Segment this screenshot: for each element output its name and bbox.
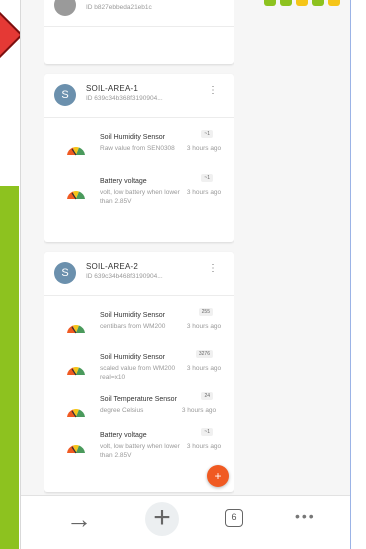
sensor-timestamp: 3 hours ago xyxy=(186,323,222,330)
sensor-row[interactable]: Soil Humidity Sensor Raw value from SEN0… xyxy=(44,130,234,174)
sensor-row[interactable]: Soil Humidity Sensor centibars from WM20… xyxy=(44,308,234,352)
sensor-value: 3276 xyxy=(195,350,213,358)
device-name: SOIL-AREA-1 xyxy=(86,84,138,93)
avatar xyxy=(54,0,76,16)
top-color-strip xyxy=(264,0,340,6)
sensor-value: ~1 xyxy=(201,174,213,182)
gauge-icon xyxy=(67,190,85,200)
sensor-timestamp: 3 hours ago xyxy=(186,443,222,450)
device-name: SOIL-AREA-2 xyxy=(86,262,138,271)
card-header[interactable]: S SOIL-AREA-1 ID 639c34b368f3190904... ⋮ xyxy=(44,74,234,118)
top-color-segment xyxy=(264,0,276,6)
device-id: ID 639c34b468f3190904... xyxy=(86,273,163,280)
add-device-fab[interactable]: + xyxy=(207,465,229,487)
top-color-segment xyxy=(280,0,292,6)
avatar: S xyxy=(54,262,76,284)
sensor-title: Battery voltage xyxy=(100,432,147,439)
gauge-icon xyxy=(67,444,85,454)
sensor-row[interactable]: Battery voltage volt, low battery when l… xyxy=(44,174,234,218)
sensor-value: ~1 xyxy=(201,428,213,436)
device-id: ID 639c34b368f3190904... xyxy=(86,95,163,102)
sensor-timestamp: 3 hours ago xyxy=(186,189,222,196)
device-list[interactable]: ID b827ebbeda21eb1c S SOIL-AREA-1 ID 639… xyxy=(44,0,234,495)
gauge-icon xyxy=(67,366,85,376)
plus-icon[interactable]: + xyxy=(145,502,179,536)
sensor-description: volt, low battery when lower than 2.85V xyxy=(100,443,180,459)
sensor-title: Battery voltage xyxy=(100,178,147,185)
card-divider xyxy=(44,26,234,27)
device-card-partial[interactable]: ID b827ebbeda21eb1c xyxy=(44,0,234,64)
sensor-title: Soil Humidity Sensor xyxy=(100,312,165,319)
sensor-description: scaled value from WM200 real=x10 xyxy=(100,365,176,381)
sensor-title: Soil Humidity Sensor xyxy=(100,354,165,361)
sensor-value: 24 xyxy=(201,392,213,400)
sensor-title: Soil Temperature Sensor xyxy=(100,396,177,403)
gauge-icon xyxy=(67,146,85,156)
arrow-right-icon[interactable]: → xyxy=(66,506,92,532)
card-header[interactable]: S SOIL-AREA-2 ID 639c34b468f3190904... ⋮ xyxy=(44,252,234,296)
sensor-value: ~1 xyxy=(201,130,213,138)
more-horiz-icon[interactable]: ••• xyxy=(295,508,316,524)
avatar: S xyxy=(54,84,76,106)
device-card[interactable]: S SOIL-AREA-1 ID 639c34b368f3190904... ⋮… xyxy=(44,74,234,242)
top-color-segment xyxy=(328,0,340,6)
tab-count-button[interactable]: 6 xyxy=(225,509,243,527)
sensor-description: volt, low battery when lower than 2.85V xyxy=(100,189,180,205)
gauge-icon xyxy=(67,408,85,418)
top-color-segment xyxy=(296,0,308,6)
sensor-description: centibars from WM200 xyxy=(100,323,166,330)
top-color-segment xyxy=(312,0,324,6)
sensor-timestamp: 3 hours ago xyxy=(186,365,222,372)
sensor-row[interactable]: Soil Humidity Sensor scaled value from W… xyxy=(44,350,234,394)
sensor-title: Soil Humidity Sensor xyxy=(100,134,165,141)
more-vert-icon[interactable]: ⋮ xyxy=(208,264,218,274)
more-vert-icon[interactable]: ⋮ xyxy=(208,86,218,96)
sensor-description: Raw value from SEN0308 xyxy=(100,145,175,152)
browser-bottom-bar: → + 6 ••• xyxy=(21,495,350,549)
sensor-row[interactable]: Battery voltage volt, low battery when l… xyxy=(44,428,234,472)
gauge-icon xyxy=(67,324,85,334)
device-card[interactable]: S SOIL-AREA-2 ID 639c34b468f3190904... ⋮… xyxy=(44,252,234,492)
sensor-value: 255 xyxy=(198,308,213,316)
sensor-timestamp: 3 hours ago xyxy=(181,407,217,414)
sensor-timestamp: 3 hours ago xyxy=(186,145,222,152)
green-side-bar xyxy=(0,186,19,549)
screen: ID b827ebbeda21eb1c S SOIL-AREA-1 ID 639… xyxy=(0,0,366,549)
sensor-description: degree Celsius xyxy=(100,407,144,414)
device-id: ID b827ebbeda21eb1c xyxy=(86,4,152,11)
